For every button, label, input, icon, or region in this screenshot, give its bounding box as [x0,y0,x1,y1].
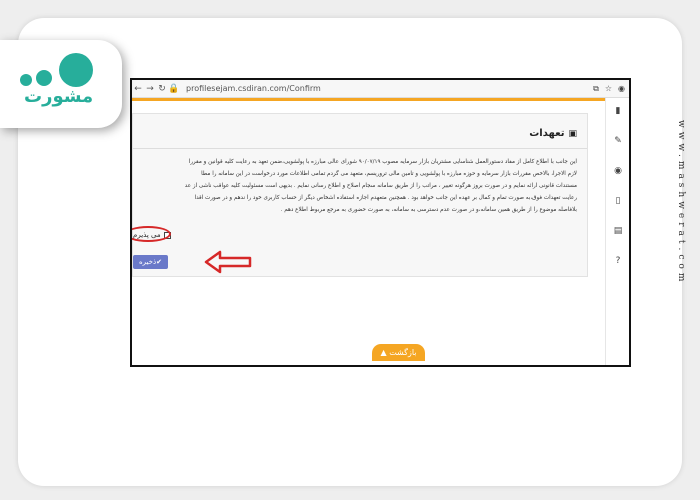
terms-line: رعایت تعهدات فوق،به صورت تمام و کمال بر … [194,195,577,201]
reload-icon[interactable]: ↻ [156,84,168,94]
red-pointer-arrow-icon [204,250,252,274]
document-icon: ▣ [568,128,577,139]
translate-icon[interactable]: ⧉ [593,84,599,94]
profile-icon[interactable]: ◉ [618,84,625,94]
check-icon: ✔ [156,258,162,266]
right-sidebar: ▮ ✎ ◉ ▯ ▤ ? [605,98,629,365]
mobile-icon[interactable]: ▯ [606,196,629,206]
save-button-label: ذخیره [139,258,157,266]
caret-up-icon: ▲ [380,348,390,357]
document-icon[interactable]: ▤ [606,226,629,236]
back-button[interactable]: بازگشت ▲ [372,344,425,361]
panel-title-text: تعهدات [529,128,565,139]
save-button[interactable]: ✔ ذخیره [133,255,168,269]
book-icon[interactable]: ▮ [606,106,629,116]
panel-divider [133,148,587,149]
browser-screenshot: ← → ↻ 🔒 profilesejam.csdiran.com/Confirm… [130,78,631,367]
logo-mark-icon [20,53,93,87]
url-input[interactable]: profilesejam.csdiran.com/Confirm [186,84,321,93]
panel-title: ▣ تعهدات [529,128,577,139]
terms-line: بلافاصله موضوع را از طریق همین سامانه،و … [280,207,577,213]
watermark-url: www.mashwerat.com [676,120,686,286]
highlight-circle [132,226,171,242]
commitments-panel: ▣ تعهدات این جانب با اطلاع کامل از مفاد … [132,113,588,277]
site-logo [0,40,122,128]
back-button-label: بازگشت [389,348,417,357]
lock-icon: 🔒 [168,83,180,94]
eye-icon[interactable]: ◉ [606,166,629,176]
help-icon[interactable]: ? [606,256,629,266]
terms-text: این جانب با اطلاع کامل از مفاد دستورالعم… [132,156,577,216]
back-arrow-icon[interactable]: ← [132,84,144,94]
edit-icon[interactable]: ✎ [606,136,629,146]
header-accent-bar [132,98,607,101]
logo-text: مشورت [24,86,94,107]
terms-line: مستندات قانونی ارائه نمایم و در صورت برو… [184,183,577,189]
terms-line: این جانب با اطلاع کامل از مفاد دستورالعم… [188,159,577,165]
forward-arrow-icon[interactable]: → [144,84,156,94]
terms-line: لازم الاجرا، بالاخص مقررات بازار سرمایه … [201,171,577,177]
address-bar: ← → ↻ 🔒 profilesejam.csdiran.com/Confirm… [132,80,629,98]
star-icon[interactable]: ☆ [605,84,612,94]
